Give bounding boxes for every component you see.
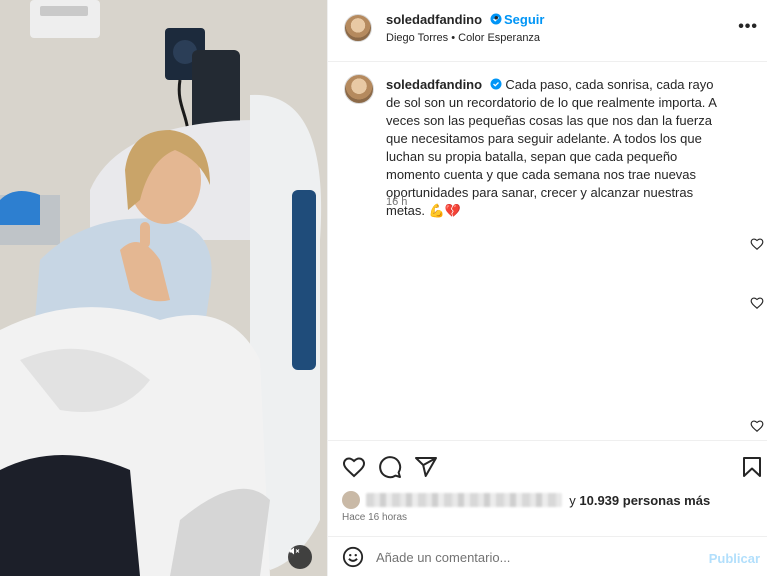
bookmark-icon[interactable] xyxy=(740,455,764,479)
photo-illustration xyxy=(0,0,327,576)
comment-bar: Publicar xyxy=(328,536,767,576)
caption-avatar[interactable] xyxy=(344,74,374,104)
verified-badge-icon xyxy=(490,78,502,90)
mute-button[interactable] xyxy=(288,545,312,569)
comment-icon[interactable] xyxy=(378,455,402,479)
post-date[interactable]: Hace 16 horas xyxy=(342,512,407,523)
action-bar xyxy=(328,440,767,490)
heart-icon[interactable] xyxy=(750,296,764,310)
comment-input[interactable] xyxy=(376,545,696,569)
separator-dot: • xyxy=(494,10,499,25)
heart-icon[interactable] xyxy=(750,419,764,433)
mute-icon xyxy=(289,547,300,555)
music-label[interactable]: Diego Torres • Color Esperanza xyxy=(386,32,540,44)
header-username[interactable]: soledadfandino xyxy=(386,12,502,27)
post-side-panel: soledadfandino • Seguir Diego Torres • C… xyxy=(327,0,767,576)
follow-button[interactable]: Seguir xyxy=(504,12,544,27)
caption-username[interactable]: soledadfandino xyxy=(386,77,482,92)
heart-icon[interactable] xyxy=(342,455,366,479)
likes-summary[interactable]: y 10.939 personas más xyxy=(342,491,710,509)
more-options-icon[interactable]: ••• xyxy=(738,18,758,36)
likes-prefix: y xyxy=(569,493,580,508)
share-icon[interactable] xyxy=(414,455,438,479)
caption-timestamp[interactable]: 16 h xyxy=(386,196,407,208)
caption-emojis: 💪💔 xyxy=(428,203,462,218)
post-caption: soledadfandino Cada paso, cada sonrisa, … xyxy=(386,76,722,220)
liker-names-redacted xyxy=(365,493,562,507)
header-username-text[interactable]: soledadfandino xyxy=(386,12,482,27)
post-photo[interactable] xyxy=(0,0,327,576)
likes-count[interactable]: 10.939 xyxy=(579,493,619,508)
avatar[interactable] xyxy=(344,14,372,42)
liker-avatar[interactable] xyxy=(342,491,360,509)
caption-text: Cada paso, cada sonrisa, cada rayo de so… xyxy=(386,77,717,218)
likes-suffix[interactable]: personas más xyxy=(623,493,710,508)
heart-icon[interactable] xyxy=(750,237,764,251)
publish-button[interactable]: Publicar xyxy=(709,551,760,566)
post-header: soledadfandino • Seguir Diego Torres • C… xyxy=(328,0,767,62)
emoji-icon[interactable] xyxy=(342,546,364,568)
